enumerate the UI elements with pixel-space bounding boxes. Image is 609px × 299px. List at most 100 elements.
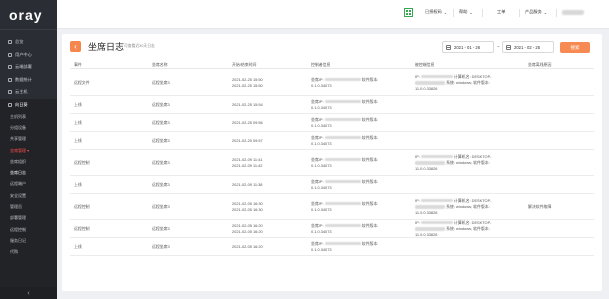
controller-info: 坐席IP: 软件版本: [311,77,378,83]
sidebar-subitem[interactable]: 共享管理 [0,133,57,145]
event-cell: 上线 [74,137,82,143]
table-row: 远程文件 远程坐席3 2021-02-25 15:50 2021-02-25 15:5… [70,70,594,96]
account-menu[interactable] [562,10,584,15]
sidebar-subitem[interactable]: 管理员 [0,201,57,213]
ctrl-version-label: 软件版本: [360,200,379,206]
topbar-ticket-label: 工单 [497,9,506,14]
sidebar-item[interactable]: 云主机 [0,86,57,99]
target-system-label: 系统: windows; 软件版本: [445,79,490,85]
seat-name-cell: 远程坐席3 [152,101,170,107]
ctrl-version-label: 软件版本: [360,76,379,82]
sidebar-item[interactable]: 用户中心 [0,49,57,62]
topbar-ticket-link[interactable]: 工单 [497,9,505,15]
topbar-products-menu[interactable]: 产品服务 ⌄ [525,9,547,15]
column-header: 坐席离线原因 [528,62,552,67]
sidebar-item[interactable]: 向日葵 [0,98,57,111]
divider [482,9,483,17]
oray-logo[interactable]: oray [0,0,57,29]
sidebar-item[interactable]: 数据统计 [0,74,57,87]
start-time: 2021-02-09 11:41 [232,156,263,162]
collapse-sidebar-button[interactable]: ‹ [0,287,57,299]
target-ip-label: IP: [415,153,421,159]
sidebar-subitem[interactable]: 部署管理 [0,212,57,224]
column-header: 控制者信息 [311,62,331,67]
date-from-field[interactable]: 2021 - 01 - 26 [442,41,494,53]
controller-version: 0.1.0.34073 [311,163,332,169]
ctrl-ip-label: 坐席IP: [311,200,325,206]
chevron-down-icon: ⌄ [543,9,548,15]
topbar-products-label: 产品服务 [525,9,542,14]
controller-info: 坐席IP: 软件版本: [311,241,378,247]
table-row: 远程控制 远程坐席3 2021-02-09 11:41 2021-02-09 11:4… [70,150,594,176]
controller-version: 0.1.0.34073 [311,123,332,129]
topbar-help-label: 帮助 [459,9,468,14]
topbar-license-menu[interactable]: 已授权码 ⌄ [425,9,447,15]
sidebar-subitem[interactable]: 远程控制 [0,224,57,236]
date-to-value: 2021 - 02 - 25 [514,44,541,50]
ctrl-ip-label: 坐席IP: [311,76,325,82]
table-row: 远程控制 远程坐席3 2021-02-05 16:20 2021-02-05 16:2… [70,220,594,238]
start-time: 2021-02-05 16:30 [232,200,263,206]
topbar-help-menu[interactable]: 帮助 ⌄ [459,9,473,15]
search-button[interactable]: 搜索 [560,42,590,53]
top-bar: 已授权码 ⌄ 帮助 ⌄ 工单 产品服务 ⌄ [57,0,609,29]
controller-info: 坐席IP: 软件版本: [311,223,378,229]
target-system-label: 系统: windows; 软件版本: [445,203,490,209]
target-version: 11.0.0.33826 [415,210,438,216]
ctrl-version-label: 软件版本: [360,240,379,246]
ctrl-ip-label: 坐席IP: [311,178,325,184]
start-time: 2021-02-25 15:50 [232,76,263,82]
event-cell: 上线 [74,243,82,249]
start-time: 2021-02-25 09:56 [232,119,263,125]
sunflower-icon [8,102,12,107]
sidebar-item-label: 云端部署 [15,64,32,70]
controller-version: 0.1.0.34073 [311,229,332,235]
table-row: 上线 远程坐席3 2021-02-05 16:20 坐席IP: 软件版本: 0.1.0.… [70,238,594,256]
date-range-separator: ~ [497,44,500,49]
page-title: 坐席日志 [88,42,125,52]
target-hostname-label: 计算机名: DESKTOP- [452,197,492,203]
ctrl-ip-label: 坐席IP: [311,222,325,228]
back-button[interactable]: ‹ [70,41,81,52]
sidebar-subitem[interactable]: 坐席组织 [0,156,57,168]
sidebar-subitem[interactable]: 分组设备 [0,122,57,134]
column-header: 事件 [74,62,82,67]
sidebar-item-label: 用户中心 [15,51,32,57]
sidebar-item[interactable]: 云端部署 [0,61,57,74]
event-cell: 远程控制 [74,203,90,209]
qrcode-icon[interactable] [404,8,413,17]
server-icon [8,90,12,95]
seat-name-cell: 远程坐席3 [152,243,170,249]
target-hostname-label: 计算机名: DESKTOP- [452,153,492,159]
end-time: 2021-02-05 16:20 [232,229,263,235]
table-row: 上线 远程坐席3 2021-02-09 11:38 坐席IP: 软件版本: 0.1.0.… [70,176,594,194]
table-header: 事件 坐席名称 开始/结束时间 控制者信息 被控端信息 坐席离线原因 [70,60,594,69]
date-to-field[interactable]: 2021 - 02 - 25 [502,41,554,53]
ctrl-ip-label: 坐席IP: [311,98,325,104]
target-hostname-label: 计算机名: DESKTOP- [452,219,492,225]
controller-info: 坐席IP: 软件版本: [311,179,378,185]
end-time: 2021-02-05 16:30 [232,207,263,213]
controller-version: 0.1.0.34073 [311,141,332,147]
sidebar-subitem[interactable]: 主机列表 [0,111,57,123]
cloud-icon [8,65,12,70]
target-version: 11.0.0.33826 [415,86,438,92]
calendar-icon [446,44,451,50]
end-time: 2021-02-25 15:50 [232,83,263,89]
sidebar-subitem[interactable]: 坐席管理 ▾ [0,144,57,157]
sidebar-item[interactable]: 总览 [0,36,57,49]
controller-info: 坐席IP: 软件版本: [311,135,378,141]
sidebar-subitem[interactable]: 服务日记 [0,235,57,247]
event-cell: 远程文件 [74,79,90,85]
table-row: 上线 远程坐席3 2021-02-25 09:56 坐席IP: 软件版本: 0.1.0.… [70,114,594,132]
sidebar-subitem[interactable]: 坐席日志 [0,167,57,179]
event-cell: 上线 [74,101,82,107]
event-cell: 远程控制 [74,225,90,231]
start-time: 2021-02-25 15:54 [232,101,263,107]
ctrl-version-label: 软件版本: [360,116,379,122]
divider [453,9,454,17]
sidebar-subitem[interactable]: 代购 [0,246,57,258]
sidebar-subitem[interactable]: 安全设置 [0,190,57,202]
topbar-license-label: 已授权码 [425,9,442,14]
sidebar-subitem[interactable]: 远程端户 [0,178,57,191]
